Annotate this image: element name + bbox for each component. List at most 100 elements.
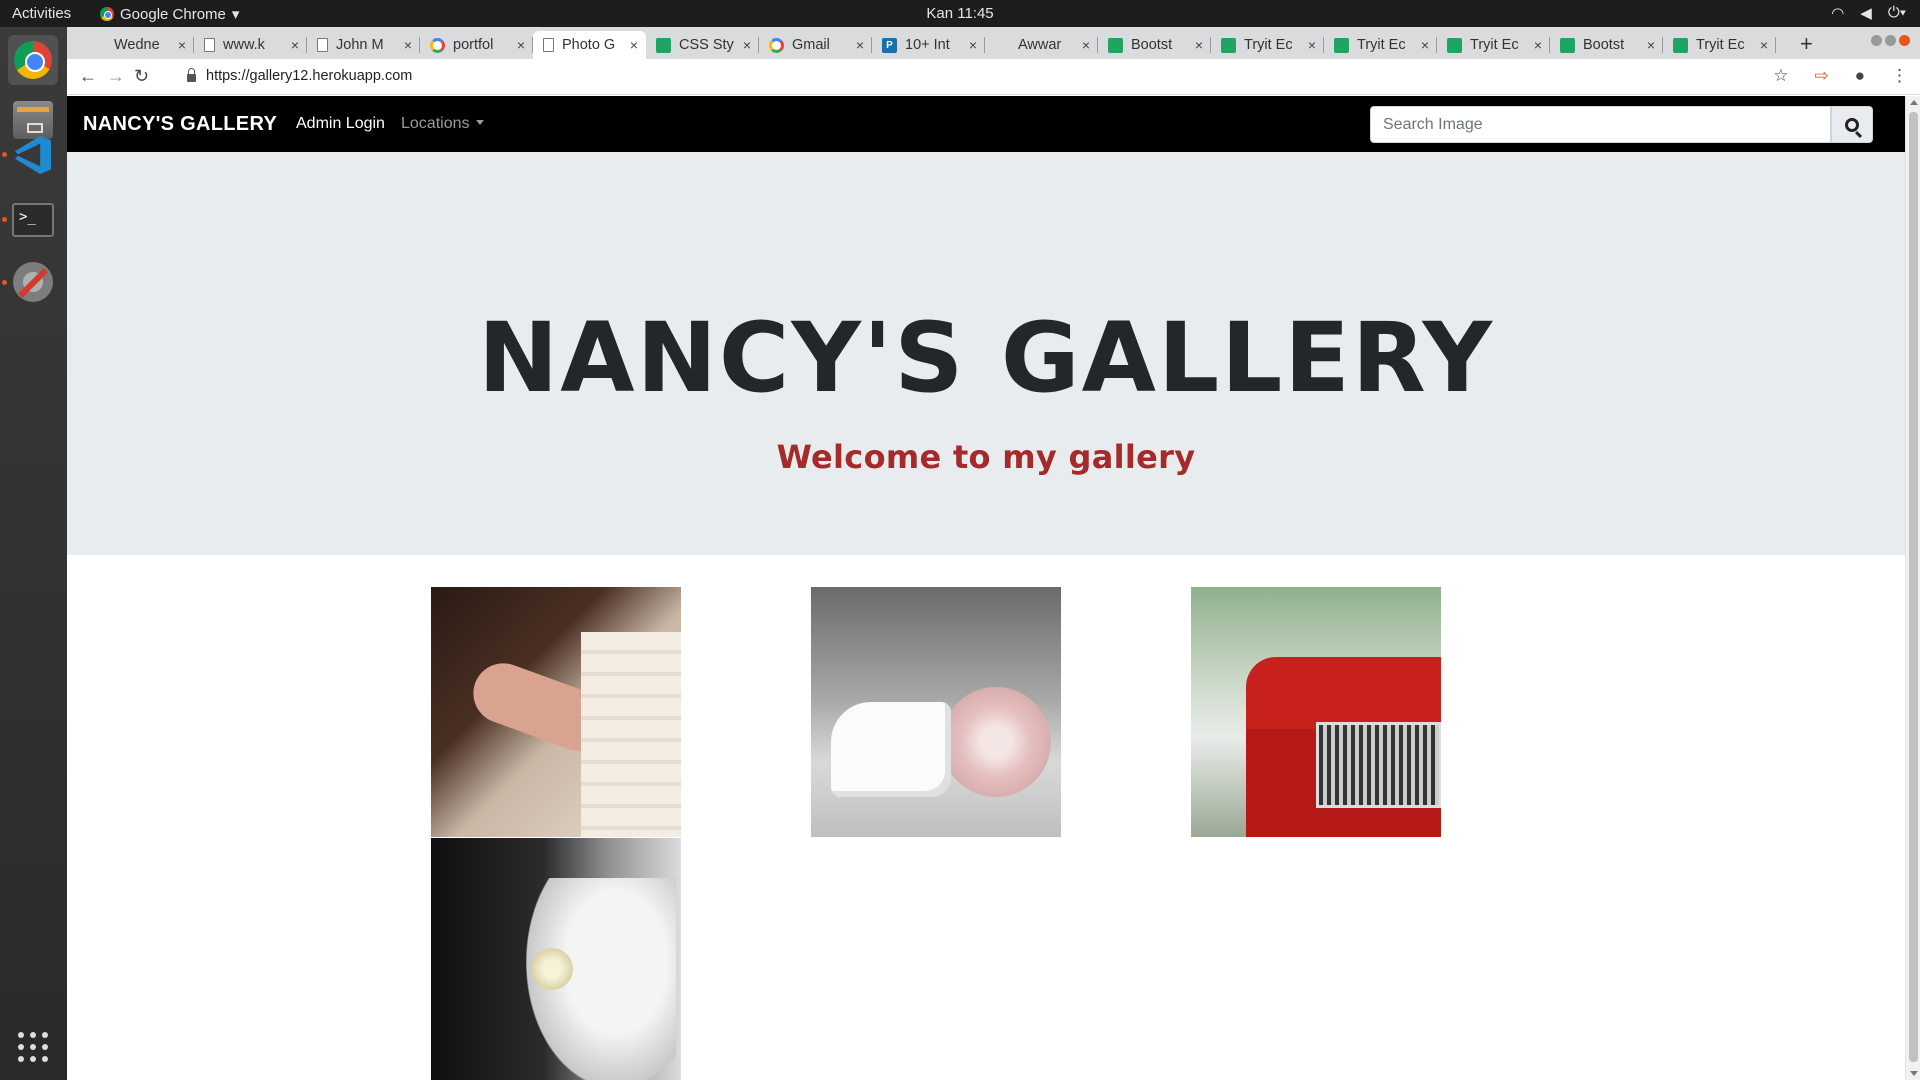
- tab-close-icon[interactable]: ×: [1647, 37, 1655, 53]
- show-applications-icon[interactable]: [18, 1032, 48, 1062]
- power-icon[interactable]: ⏻▾: [1888, 4, 1906, 22]
- dock-terminal[interactable]: >_: [8, 195, 58, 245]
- reload-button[interactable]: ↻: [134, 66, 149, 87]
- system-tray[interactable]: ◠ ◀ ⏻▾: [1831, 4, 1906, 22]
- tab-close-icon[interactable]: ×: [1082, 37, 1090, 53]
- tab-close-icon[interactable]: ×: [1760, 37, 1768, 53]
- extension-icon[interactable]: ⇨: [1814, 66, 1828, 86]
- tab-close-icon[interactable]: ×: [1308, 37, 1316, 53]
- tab-title: Tryit Ec: [1244, 37, 1293, 53]
- browser-tab[interactable]: Tryit Ec ×: [1324, 31, 1437, 59]
- browser-tab[interactable]: Gmail ×: [759, 31, 872, 59]
- search-input[interactable]: [1370, 106, 1831, 143]
- tab-close-icon[interactable]: ×: [1195, 37, 1203, 53]
- gallery-image-red-car[interactable]: [1191, 587, 1441, 837]
- page-viewport: NANCY'S GALLERY Admin Login Locations NA…: [67, 96, 1920, 1080]
- profile-icon[interactable]: ●: [1855, 66, 1865, 86]
- forward-button[interactable]: →: [107, 66, 125, 87]
- url-text[interactable]: https://gallery12.herokuapp.com: [206, 68, 412, 84]
- tab-title: John M: [336, 37, 384, 53]
- new-tab-button[interactable]: +: [1800, 31, 1813, 57]
- browser-tab[interactable]: P 10+ Int ×: [872, 31, 985, 59]
- sheet-favicon-icon: [1334, 37, 1349, 53]
- tab-close-icon[interactable]: ×: [969, 37, 977, 53]
- locations-label: Locations: [401, 115, 470, 132]
- browser-tab[interactable]: Tryit Ec ×: [1437, 31, 1550, 59]
- terminal-icon: >_: [12, 203, 54, 237]
- running-indicator: [2, 217, 7, 222]
- tab-title: Bootst: [1131, 37, 1173, 53]
- activities-button[interactable]: Activities: [12, 5, 71, 22]
- tab-close-icon[interactable]: ×: [178, 37, 186, 53]
- dock-tools[interactable]: [8, 257, 58, 307]
- app-menu[interactable]: Google Chrome ▾: [100, 5, 239, 23]
- dock-chrome[interactable]: [8, 35, 58, 85]
- dock-vscode[interactable]: [8, 130, 58, 180]
- tab-close-icon[interactable]: ×: [517, 37, 525, 53]
- close-window-icon[interactable]: [1899, 35, 1910, 46]
- clock[interactable]: Kan 11:45: [0, 5, 1920, 22]
- browser-tab[interactable]: Tryit Ec ×: [1211, 31, 1324, 59]
- sheet-favicon-icon: [656, 37, 671, 53]
- tab-title: portfol: [453, 37, 494, 53]
- tab-title: Awwar: [1018, 37, 1062, 53]
- locations-dropdown[interactable]: Locations: [401, 115, 484, 133]
- scroll-up-icon[interactable]: [1910, 100, 1918, 105]
- doc-favicon-icon: [317, 38, 328, 52]
- search-icon: [1845, 117, 1859, 132]
- tab-close-icon[interactable]: ×: [404, 37, 412, 53]
- lock-icon[interactable]: [187, 68, 196, 82]
- back-button[interactable]: ←: [79, 66, 97, 87]
- system-top-bar: Activities Google Chrome ▾ Kan 11:45 ◠ ◀…: [0, 0, 1920, 27]
- site-navbar: NANCY'S GALLERY Admin Login Locations: [67, 96, 1905, 152]
- tab-close-icon[interactable]: ×: [1421, 37, 1429, 53]
- page-scrollbar[interactable]: [1905, 96, 1920, 1080]
- google-favicon-icon: [430, 37, 445, 53]
- minimize-icon[interactable]: [1871, 35, 1882, 46]
- app-menu-label: Google Chrome: [120, 5, 226, 23]
- address-bar[interactable]: https://gallery12.herokuapp.com: [187, 68, 412, 84]
- hero-subtitle: Welcome to my gallery: [776, 438, 1196, 476]
- browser-tab[interactable]: Bootst ×: [1098, 31, 1211, 59]
- browser-tab[interactable]: Photo G ×: [533, 31, 646, 59]
- tab-title: www.k: [223, 37, 265, 53]
- tab-close-icon[interactable]: ×: [630, 37, 638, 53]
- chevron-down-icon: ▾: [231, 6, 240, 23]
- scrollbar-thumb[interactable]: [1909, 112, 1918, 1062]
- tab-close-icon[interactable]: ×: [291, 37, 299, 53]
- tab-title: Bootst: [1583, 37, 1625, 53]
- browser-tab[interactable]: CSS Sty ×: [646, 31, 759, 59]
- browser-tab[interactable]: portfol ×: [420, 31, 533, 59]
- maximize-icon[interactable]: [1885, 35, 1896, 46]
- tab-close-icon[interactable]: ×: [856, 37, 864, 53]
- scroll-down-icon[interactable]: [1910, 1071, 1918, 1076]
- search-button[interactable]: [1831, 106, 1873, 143]
- browser-tab[interactable]: Wedne ×: [81, 31, 194, 59]
- chrome-small-icon: [100, 7, 114, 21]
- browser-tab[interactable]: John M ×: [307, 31, 420, 59]
- admin-login-link[interactable]: Admin Login: [296, 115, 385, 133]
- tab-strip: Wedne × www.k × John M × portfol × Photo G × CSS S…: [67, 27, 1920, 59]
- gallery-image-bride[interactable]: [431, 838, 681, 1080]
- tab-close-icon[interactable]: ×: [1534, 37, 1542, 53]
- dock: >_: [0, 27, 67, 1080]
- hero-title: NANCY'S GALLERY: [477, 302, 1495, 414]
- tab-close-icon[interactable]: ×: [743, 37, 751, 53]
- browser-tab[interactable]: Awwar ×: [985, 31, 1098, 59]
- gallery-image-shoes-bouquet[interactable]: [811, 587, 1061, 837]
- browser-tab[interactable]: Tryit Ec ×: [1663, 31, 1776, 59]
- blank-favicon-icon: [91, 38, 106, 53]
- gallery-image-ring[interactable]: [431, 587, 681, 837]
- tab-title: Wedne: [114, 37, 160, 53]
- navbar-brand[interactable]: NANCY'S GALLERY: [83, 113, 277, 136]
- volume-icon[interactable]: ◀: [1860, 4, 1872, 22]
- browser-tab[interactable]: www.k ×: [194, 31, 307, 59]
- browser-tab[interactable]: Bootst ×: [1550, 31, 1663, 59]
- browser-menu-icon[interactable]: ⋮: [1891, 66, 1908, 86]
- wifi-icon[interactable]: ◠: [1831, 4, 1844, 22]
- tab-title: 10+ Int: [905, 37, 950, 53]
- sheet-favicon-icon: [1560, 37, 1575, 53]
- blank-favicon-icon: [995, 38, 1010, 53]
- bookmark-star-icon[interactable]: ☆: [1773, 66, 1788, 86]
- caret-down-icon: [475, 120, 484, 125]
